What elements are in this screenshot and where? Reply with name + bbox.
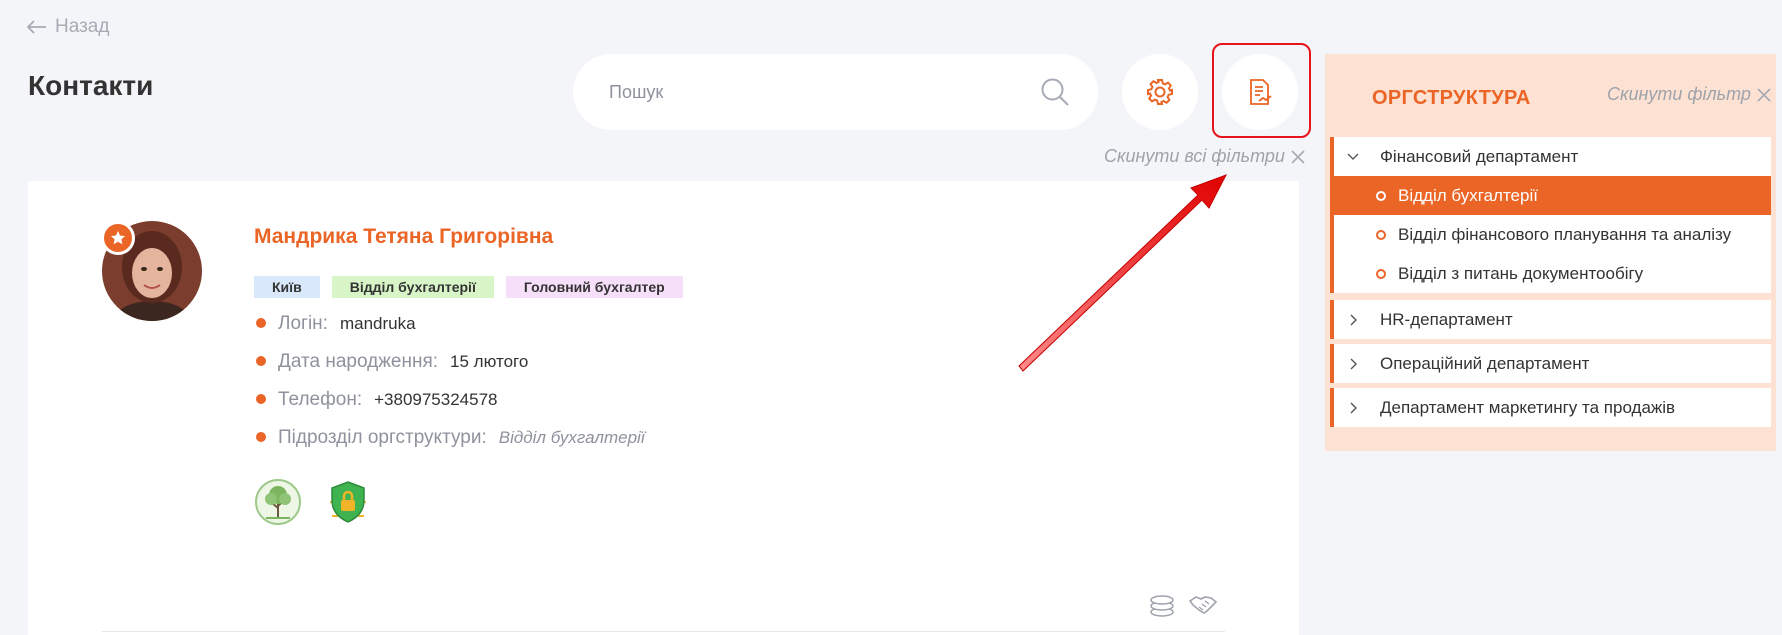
close-icon: [1291, 149, 1305, 164]
bullet-dot: [256, 432, 266, 442]
department-label: Фінансовий департамент: [1380, 146, 1579, 166]
bullet-dot: [256, 394, 266, 404]
contact-name[interactable]: Мандрика Тетяна Григорівна: [254, 225, 553, 249]
contact-card: Мандрика Тетяна Григорівна Київ Відділ б…: [28, 181, 1299, 635]
settings-button[interactable]: [1122, 54, 1198, 130]
page-title: Контакти: [28, 70, 154, 101]
tag-position: Головний бухгалтер: [505, 276, 683, 298]
tag-department: Відділ бухгалтерії: [331, 276, 494, 298]
department-label: Департамент маркетингу та продажів: [1380, 397, 1676, 417]
field-label: Підрозділ оргструктури:: [278, 427, 487, 448]
contact-fields: Логін: mandruka Дата народження: 15 люто…: [256, 313, 645, 465]
field-label: Дата народження:: [278, 351, 439, 372]
orgstructure-header: ОРГСТРУКТУРА Скинути фільтр: [1325, 54, 1776, 134]
coins-icon[interactable]: [1148, 591, 1176, 619]
handshake-icon[interactable]: [1188, 591, 1218, 619]
circle-icon: [1376, 229, 1386, 240]
arrow-left-icon: [27, 20, 46, 34]
chevron-right-icon: [1346, 357, 1364, 371]
field-value: Відділ бухгалтерії: [498, 428, 645, 447]
search-input[interactable]: [609, 81, 1040, 103]
avatar-wrapper: [101, 221, 202, 321]
department-row[interactable]: HR-департамент: [1334, 300, 1771, 339]
field-phone: Телефон: +380975324578: [256, 389, 645, 427]
field-value: 15 лютого: [450, 352, 529, 371]
orgstructure-reset-filter[interactable]: Скинути фільтр: [1607, 84, 1773, 105]
card-actions: [1148, 591, 1218, 619]
favorite-star-badge[interactable]: [101, 221, 135, 255]
reset-all-label: Скинути всі фільтри: [1104, 146, 1285, 166]
field-value[interactable]: +380975324578: [374, 390, 497, 410]
orgstructure-panel: ОРГСТРУКТУРА Скинути фільтр Фінансовий д…: [1325, 54, 1776, 451]
subunit-accounting[interactable]: Відділ бухгалтерії: [1330, 176, 1771, 215]
close-icon: [1757, 87, 1771, 102]
back-label: Назад: [55, 16, 110, 37]
bullet-dot: [256, 356, 266, 366]
subunit-financial-planning[interactable]: Відділ фінансового планування та аналізу: [1334, 215, 1771, 254]
bullet-dot: [256, 318, 266, 328]
search-icon[interactable]: [1040, 77, 1070, 107]
department-finance: Фінансовий департамент Відділ бухгалтері…: [1330, 137, 1771, 293]
achievement-badges: [254, 478, 372, 526]
chevron-down-icon: [1346, 150, 1364, 164]
field-label: Логін:: [278, 313, 328, 334]
back-link[interactable]: Назад: [27, 16, 109, 38]
orgstructure-filter-button[interactable]: [1222, 54, 1298, 130]
tree-badge-icon[interactable]: [254, 478, 302, 526]
chevron-right-icon: [1346, 401, 1364, 415]
department-operations: Операційний департамент: [1330, 344, 1771, 383]
department-marketing-sales: Департамент маркетингу та продажів: [1330, 388, 1771, 427]
subunit-document-flow[interactable]: Відділ з питань документообігу: [1334, 254, 1771, 293]
reset-filter-label: Скинути фільтр: [1607, 84, 1751, 104]
tag-city: Київ: [254, 276, 320, 298]
department-row[interactable]: Фінансовий департамент: [1334, 137, 1771, 176]
contact-tags: Київ Відділ бухгалтерії Головний бухгалт…: [254, 276, 683, 298]
security-shield-badge-icon[interactable]: [324, 478, 372, 526]
star-icon: [111, 231, 125, 245]
department-label: HR-департамент: [1380, 309, 1513, 329]
search-bar: [573, 54, 1098, 130]
gear-icon: [1147, 79, 1173, 105]
circle-icon: [1376, 268, 1386, 279]
field-label: Телефон:: [278, 389, 363, 410]
department-label: Операційний департамент: [1380, 353, 1590, 373]
department-row[interactable]: Операційний департамент: [1334, 344, 1771, 383]
field-login: Логін: mandruka: [256, 313, 645, 351]
subunit-label: Відділ фінансового планування та аналізу: [1398, 224, 1732, 244]
subunit-label: Відділ з питань документообігу: [1398, 263, 1644, 283]
department-row[interactable]: Департамент маркетингу та продажів: [1334, 388, 1771, 427]
field-value: mandruka: [339, 314, 416, 333]
chevron-right-icon: [1346, 313, 1364, 327]
subunit-label: Відділ бухгалтерії: [1398, 185, 1538, 205]
orgstructure-title: ОРГСТРУКТУРА: [1372, 87, 1531, 109]
department-hr: HR-департамент: [1330, 300, 1771, 339]
card-divider: [102, 631, 1225, 632]
org-document-icon: [1250, 79, 1272, 105]
circle-icon: [1376, 190, 1386, 201]
field-birthday: Дата народження: 15 лютого: [256, 351, 645, 389]
reset-all-filters[interactable]: Скинути всі фільтри: [1104, 146, 1307, 167]
field-org-unit: Підрозділ оргструктури: Відділ бухгалтер…: [256, 427, 645, 465]
